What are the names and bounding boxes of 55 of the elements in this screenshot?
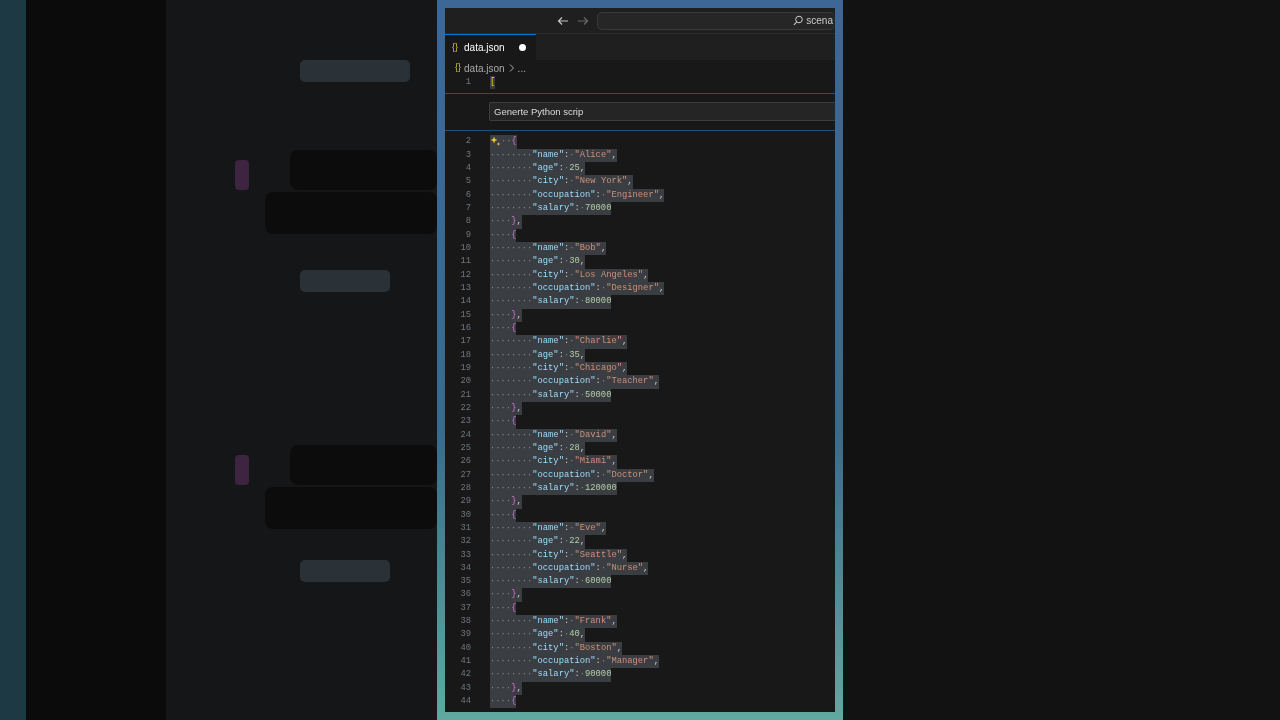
chevron-icon[interactable] [507, 63, 515, 73]
line-number: 20 [459, 375, 471, 389]
line-number: 19 [459, 361, 471, 375]
line-number: 24 [459, 428, 471, 442]
line-number: 13 [459, 281, 471, 295]
line-number: 38 [459, 615, 471, 629]
line-number: 30 [459, 508, 471, 522]
line-number: 39 [459, 628, 471, 642]
search-field[interactable]: scena [597, 11, 835, 30]
back-icon[interactable] [557, 14, 569, 27]
line-number: 26 [459, 455, 471, 469]
line-number: 29 [459, 495, 471, 509]
line-number: 2 [464, 135, 471, 149]
line-number: 44 [459, 695, 471, 709]
line-number: 12 [459, 268, 471, 282]
line-number: 42 [459, 668, 471, 682]
line-number: 40 [459, 641, 471, 655]
line-number: 15 [459, 308, 471, 322]
search-icon[interactable] [793, 15, 804, 26]
line-number: 7 [464, 201, 471, 215]
line-number: 23 [459, 415, 471, 429]
breadcrumb-item[interactable]: data.json [464, 60, 505, 76]
line-number: 11 [459, 255, 471, 269]
line-number: 34 [459, 561, 471, 575]
line-number: 43 [459, 681, 471, 695]
forward-icon[interactable] [577, 14, 589, 27]
line-number: 41 [459, 655, 471, 669]
line-number: 6 [464, 188, 471, 202]
line-number: 28 [459, 481, 471, 495]
line-number: 3 [464, 148, 471, 162]
breadcrumb-item[interactable]: ... [517, 60, 526, 76]
line-number: 31 [459, 521, 471, 535]
line-number: 17 [459, 335, 471, 349]
line-number: 21 [459, 388, 471, 402]
chat-input[interactable]: Generte Python scrip [489, 102, 835, 122]
line-number: 25 [459, 441, 471, 455]
line-number: 33 [459, 548, 471, 562]
line-number: 32 [459, 535, 471, 549]
line-number: 5 [464, 175, 471, 189]
line-number: 8 [464, 215, 471, 229]
line-number: 37 [459, 601, 471, 615]
line-number: 1 [464, 76, 471, 89]
editor-tab[interactable]: {} data.json [445, 34, 536, 60]
line-number: 35 [459, 575, 471, 589]
line-number: 4 [464, 162, 471, 175]
line-number: 22 [459, 401, 471, 415]
sparkle-icon[interactable] [490, 136, 501, 148]
line-number: 9 [464, 228, 471, 242]
line-number: 18 [459, 348, 471, 362]
json-file-icon: {} [455, 61, 461, 75]
line-number: 16 [459, 321, 471, 335]
line-number: 36 [459, 588, 471, 602]
line-number: 10 [459, 241, 471, 255]
line-number: 27 [459, 468, 471, 482]
line-number: 14 [459, 295, 471, 309]
